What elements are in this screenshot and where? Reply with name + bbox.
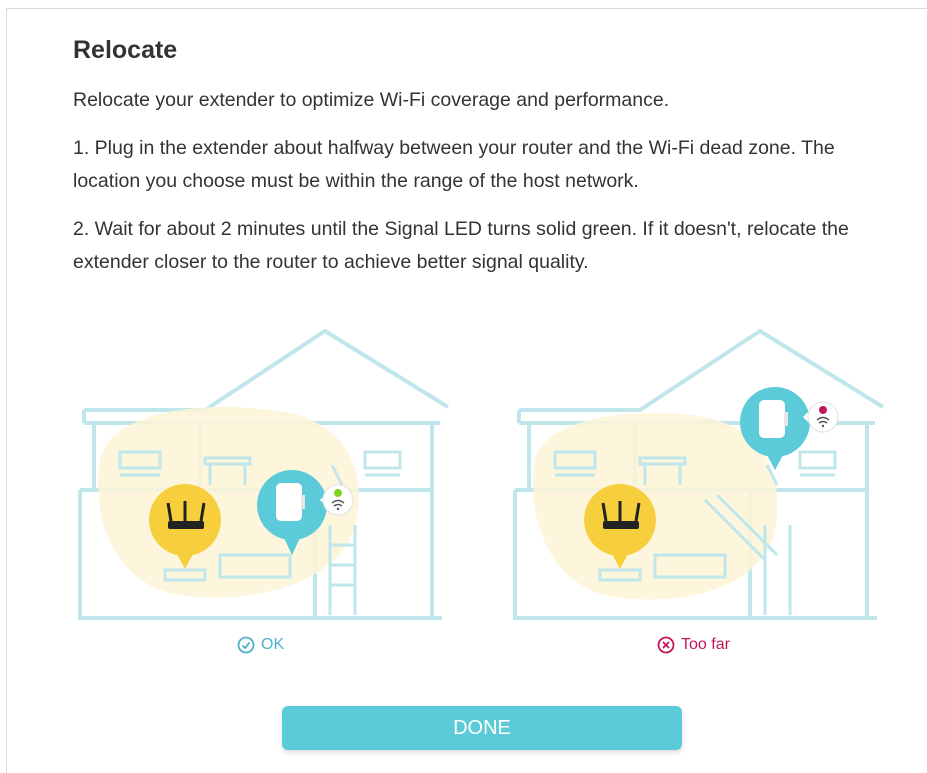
page-title: Relocate (73, 36, 178, 64)
x-circle-icon (657, 636, 675, 654)
status-too-far: Too far (657, 636, 730, 654)
status-ok: OK (237, 636, 284, 654)
step-1-text: 1. Plug in the extender about halfway be… (73, 137, 835, 192)
ok-placement-illustration (78, 328, 450, 620)
done-button[interactable]: DONE (282, 706, 682, 750)
status-ok-label: OK (261, 636, 285, 653)
intro-text: Relocate your extender to optimize Wi-Fi… (73, 89, 670, 111)
step-2-text: 2. Wait for about 2 minutes until the Si… (73, 218, 849, 273)
status-too-far-label: Too far (681, 636, 730, 653)
too-far-placement-illustration (513, 328, 885, 620)
check-circle-icon (237, 636, 255, 654)
